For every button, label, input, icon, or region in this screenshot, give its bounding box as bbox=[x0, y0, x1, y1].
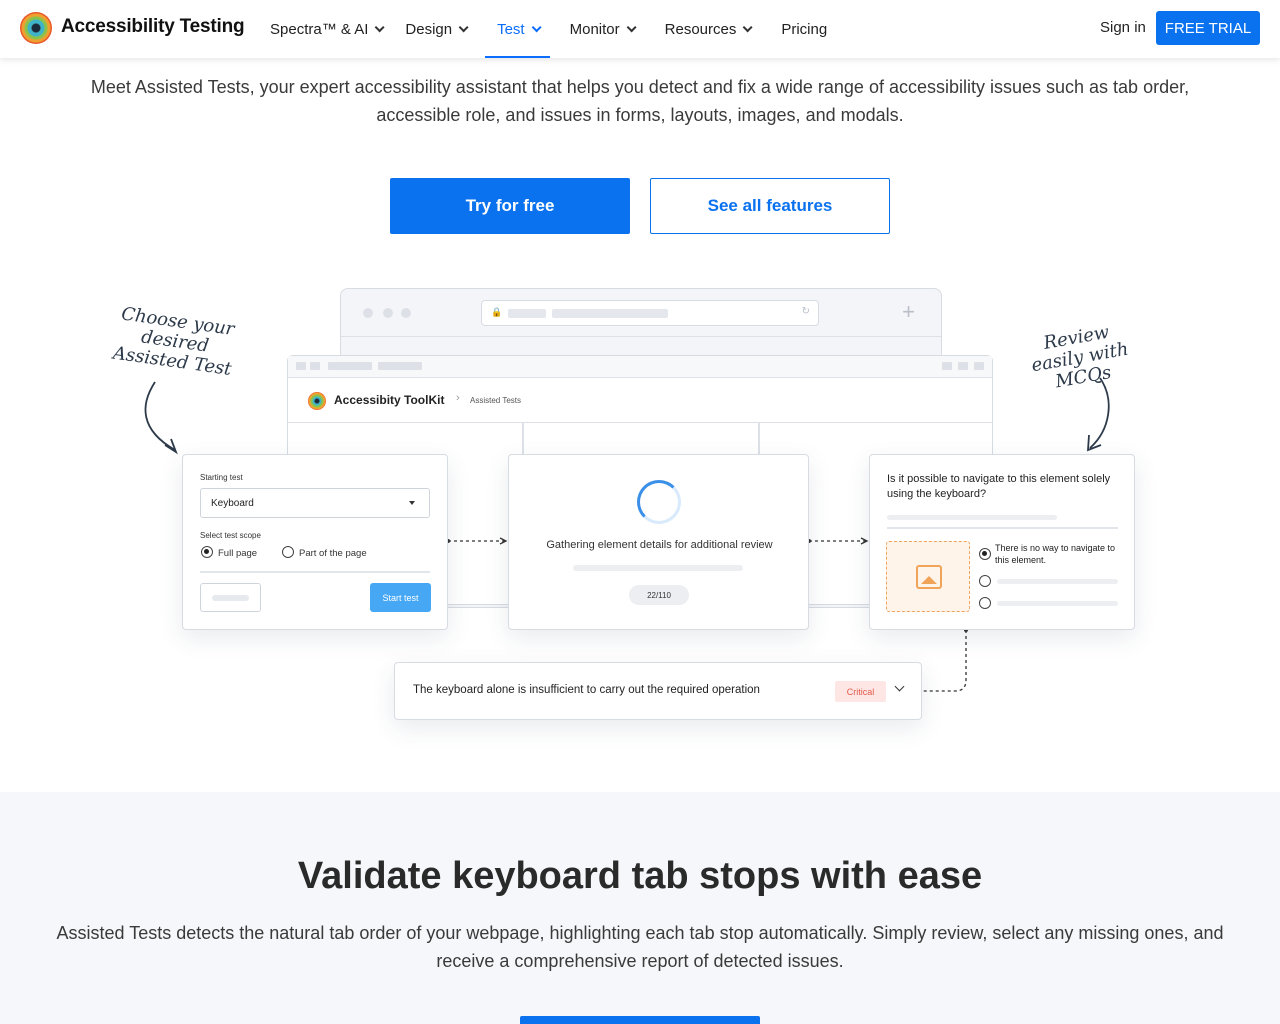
mcq-option-1-label: There is no way to navigate to this elem… bbox=[995, 543, 1116, 565]
mcq-option-1-radio[interactable] bbox=[979, 548, 991, 560]
text-placeholder bbox=[887, 515, 1057, 520]
caret-down-icon bbox=[409, 501, 415, 505]
loading-spinner-icon bbox=[637, 480, 681, 524]
chevron-down-icon bbox=[531, 21, 542, 32]
arrow-right bbox=[1089, 377, 1110, 449]
image-icon bbox=[916, 565, 942, 589]
arrow-left-head bbox=[164, 438, 178, 455]
part-of-page-radio[interactable] bbox=[282, 546, 294, 558]
mcq-option-2-radio[interactable] bbox=[979, 575, 991, 587]
starting-test-label: Starting test bbox=[200, 473, 243, 482]
nav-label: Spectra™ & AI bbox=[270, 20, 369, 38]
see-all-features-button[interactable]: See all features bbox=[650, 178, 890, 234]
option-placeholder bbox=[997, 601, 1118, 606]
scope-label: Select test scope bbox=[200, 531, 261, 540]
nav-item-test[interactable]: Test bbox=[485, 0, 550, 58]
option-placeholder bbox=[997, 579, 1118, 584]
issue-card: The keyboard alone is insufficient to ca… bbox=[394, 662, 922, 720]
sign-in-link[interactable]: Sign in bbox=[1100, 19, 1146, 36]
part-of-page-label: Part of the page bbox=[299, 548, 367, 559]
secondary-button[interactable] bbox=[200, 583, 261, 612]
nav-label: Pricing bbox=[781, 20, 828, 38]
chevron-down-icon bbox=[743, 21, 753, 32]
divider bbox=[887, 527, 1118, 529]
tab-stops-section: Validate keyboard tab stops with ease As… bbox=[0, 792, 1280, 1024]
try-for-free-button[interactable]: Try for free bbox=[390, 178, 630, 234]
section-title: Validate keyboard tab stops with ease bbox=[297, 855, 983, 897]
free-trial-button[interactable]: FREE TRIAL bbox=[1156, 11, 1260, 45]
mcq-card: Is it possible to navigate to this eleme… bbox=[869, 454, 1135, 630]
main-nav: Spectra™ & AI Design Test Monitor Resour… bbox=[258, 0, 839, 58]
mcq-question: Is it possible to navigate to this eleme… bbox=[887, 473, 1111, 500]
start-test-button[interactable]: Start test bbox=[370, 583, 431, 612]
nav-item-resources[interactable]: Resources bbox=[653, 0, 762, 58]
nav-item-spectra[interactable]: Spectra™ & AI bbox=[258, 0, 393, 58]
brand-name[interactable]: Accessibility Testing bbox=[61, 16, 245, 38]
nav-label: Resources bbox=[664, 20, 737, 38]
chevron-down-icon bbox=[626, 21, 637, 32]
gathering-card: Gathering element details for additional… bbox=[508, 454, 809, 630]
full-page-label: Full page bbox=[218, 548, 258, 559]
gathering-status: Gathering element details for additional… bbox=[546, 539, 773, 551]
section-text: Assisted Tests detects the natural tab o… bbox=[56, 923, 1224, 971]
nav-label: Monitor bbox=[569, 20, 620, 38]
severity-badge: Critical bbox=[835, 681, 886, 702]
chevron-down-icon[interactable] bbox=[894, 681, 905, 692]
assisted-tests-illustration: 🔒 ↻ + Accessibity ToolKit › Assisted Tes… bbox=[0, 260, 1280, 770]
site-header: Accessibility Testing Spectra™ & AI Desi… bbox=[0, 0, 1280, 58]
mcq-option-3-radio[interactable] bbox=[979, 597, 991, 609]
section-cta-button[interactable] bbox=[520, 1016, 760, 1024]
progress-count: 22/110 bbox=[629, 585, 689, 605]
nav-label: Design bbox=[405, 20, 453, 38]
intro-text: Meet Assisted Tests, your expert accessi… bbox=[90, 77, 1190, 125]
nav-label: Test bbox=[497, 20, 525, 38]
test-type-select[interactable]: Keyboard bbox=[200, 488, 430, 518]
nav-item-monitor[interactable]: Monitor bbox=[558, 0, 645, 58]
divider bbox=[200, 571, 430, 573]
nav-item-design[interactable]: Design bbox=[393, 0, 477, 58]
full-page-radio[interactable] bbox=[201, 546, 213, 558]
nav-item-pricing[interactable]: Pricing bbox=[769, 0, 839, 58]
test-setup-card: Starting test Keyboard Select test scope… bbox=[182, 454, 448, 630]
progress-bar bbox=[573, 565, 743, 571]
issue-text: The keyboard alone is insufficient to ca… bbox=[413, 684, 760, 696]
brand-logo-icon[interactable] bbox=[20, 12, 52, 44]
element-preview bbox=[886, 541, 970, 612]
chevron-down-icon bbox=[375, 21, 385, 32]
chevron-down-icon bbox=[458, 21, 469, 32]
select-value: Keyboard bbox=[211, 498, 254, 509]
